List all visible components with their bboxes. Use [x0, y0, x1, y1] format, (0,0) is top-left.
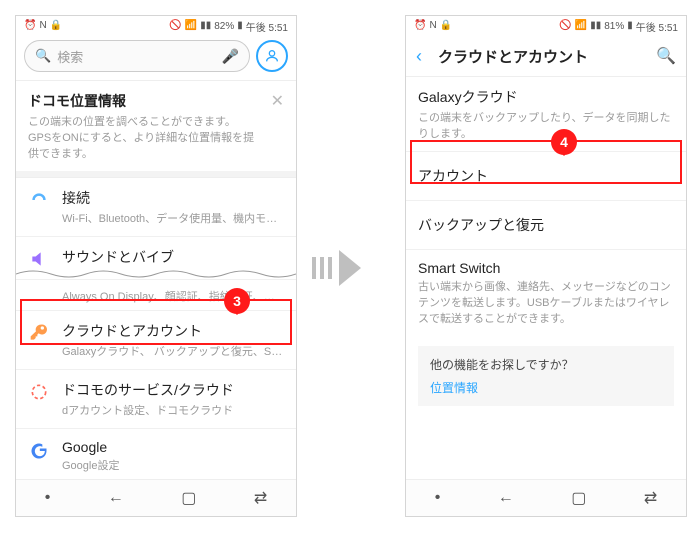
mute-icon: 🚫	[559, 21, 571, 31]
promo-close-icon[interactable]: ✕	[271, 91, 284, 111]
alarm-icon: ⏰	[24, 21, 36, 31]
status-bar: ⏰ N 🔒 🚫 📶 ▮▮ 82% ▮ 午後 5:51	[16, 16, 296, 36]
settings-item-docomo[interactable]: ドコモのサービス/クラウド dアカウント設定、ドコモクラウド	[16, 369, 296, 428]
battery-percent: 81%	[604, 21, 624, 32]
settings-item-sound[interactable]: サウンドとバイブ	[16, 236, 296, 279]
back-button[interactable]: ‹	[416, 46, 438, 67]
battery-icon: ▮	[237, 21, 243, 31]
signal-icon: ▮▮	[590, 21, 601, 31]
alarm-icon: ⏰	[414, 21, 426, 31]
connections-icon	[28, 188, 50, 210]
status-time: 午後 5:51	[636, 19, 678, 34]
lock-icon: 🔒	[440, 21, 452, 31]
key-icon	[28, 321, 50, 343]
more-link-location[interactable]: 位置情報	[430, 379, 662, 396]
status-bar: ⏰ N 🔒 🚫 📶 ▮▮ 81% ▮ 午後 5:51	[406, 16, 686, 36]
mute-icon: 🚫	[169, 21, 181, 31]
nav-back-icon[interactable]: ←	[498, 489, 514, 507]
settings-item-connections[interactable]: 接続 Wi-Fi、Bluetooth、データ使用量、機内モード	[16, 178, 296, 236]
item-smart-switch[interactable]: Smart Switch 古い端末から画像、連絡先、メッセージなどのコンテンツを…	[406, 249, 686, 336]
wifi-icon: 📶	[575, 21, 587, 31]
promo-sub: この端末の位置を調べることができます。GPSをONにすると、より詳細な位置情報を…	[28, 113, 259, 161]
mic-icon[interactable]: 🎤	[222, 48, 239, 65]
nav-home-icon[interactable]: ▢	[571, 488, 586, 508]
signal-icon: ▮▮	[200, 21, 211, 31]
phone-cloud-account: ⏰ N 🔒 🚫 📶 ▮▮ 81% ▮ 午後 5:51 ‹ クラウドとアカウント …	[405, 15, 687, 517]
nav-recent-icon[interactable]: ⇄	[644, 488, 657, 508]
page-title: クラウドとアカウント	[438, 46, 656, 67]
lock-icon: 🔒	[50, 21, 62, 31]
search-input[interactable]: 🔍 検索 🎤	[24, 40, 250, 72]
battery-percent: 82%	[214, 21, 234, 32]
phone-settings-search: ⏰ N 🔒 🚫 📶 ▮▮ 82% ▮ 午後 5:51 🔍 検索 🎤	[15, 15, 297, 517]
settings-item-aod-partial[interactable]: Always On Display、顔認証、指紋認証、虹彩…	[16, 279, 296, 310]
settings-item-google[interactable]: Google Google設定	[16, 428, 296, 483]
account-avatar-button[interactable]	[256, 40, 288, 72]
docomo-icon	[28, 380, 50, 402]
battery-icon: ▮	[627, 21, 633, 31]
item-account[interactable]: アカウント	[406, 151, 686, 200]
nav-bar: • ← ▢ ⇄	[16, 479, 296, 516]
nav-recent-icon[interactable]: ⇄	[254, 488, 267, 508]
promo-docomo-location[interactable]: ドコモ位置情報 この端末の位置を調べることができます。GPSをONにすると、より…	[16, 80, 296, 171]
promo-title: ドコモ位置情報	[28, 91, 259, 111]
nfc-icon: N	[429, 21, 436, 31]
nav-menu-icon[interactable]: •	[45, 489, 51, 507]
search-icon: 🔍	[35, 48, 51, 64]
nfc-icon: N	[39, 21, 46, 31]
search-placeholder: 検索	[57, 47, 83, 66]
nav-menu-icon[interactable]: •	[435, 489, 441, 507]
wifi-icon: 📶	[185, 21, 197, 31]
nav-back-icon[interactable]: ←	[108, 489, 124, 507]
item-backup-restore[interactable]: バックアップと復元	[406, 200, 686, 249]
transition-arrow-icon	[312, 250, 361, 286]
more-question: 他の機能をお探しですか？	[430, 356, 662, 373]
status-time: 午後 5:51	[246, 19, 288, 34]
nav-bar: • ← ▢ ⇄	[406, 479, 686, 516]
google-icon	[28, 439, 50, 461]
sound-icon	[28, 247, 50, 269]
search-icon[interactable]: 🔍	[656, 46, 676, 66]
nav-home-icon[interactable]: ▢	[181, 488, 196, 508]
more-features-box: 他の機能をお探しですか？ 位置情報	[418, 346, 674, 406]
settings-item-cloud-account[interactable]: クラウドとアカウント Galaxyクラウド、 バックアップと復元、Smart…	[16, 310, 296, 369]
item-galaxy-cloud[interactable]: Galaxyクラウド この端末をバックアップしたり、データを同期したりします。	[406, 77, 686, 151]
